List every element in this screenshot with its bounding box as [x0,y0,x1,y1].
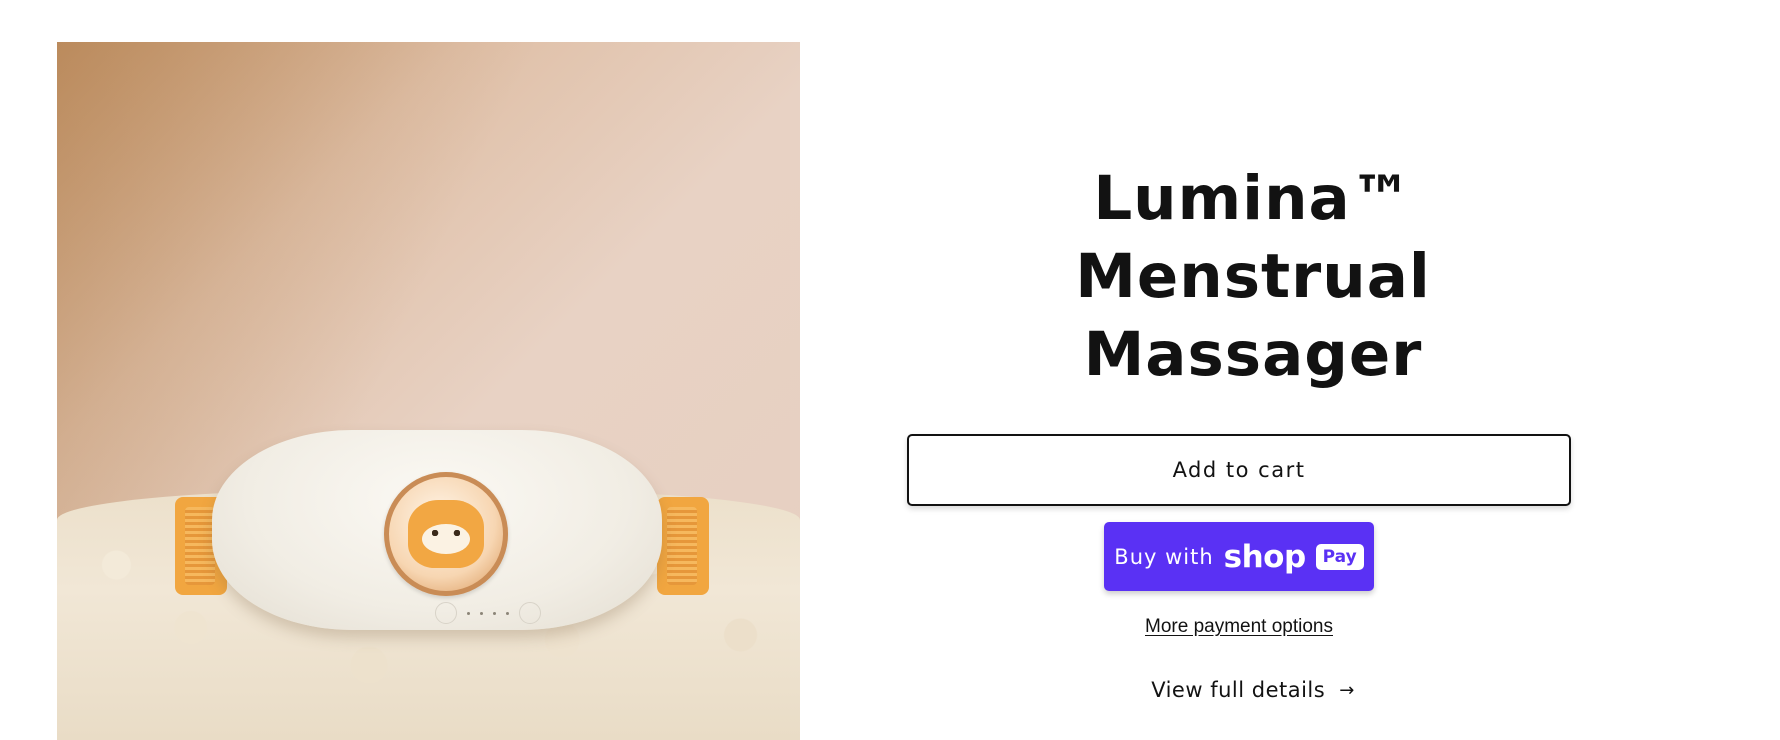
indicator-dot [493,611,496,615]
product-info: Lumina™ Menstrual Massager Add to cart B… [907,160,1571,702]
buy-with-shop-pay-button[interactable]: Buy with shop Pay [1104,522,1374,591]
right-strap [657,497,709,595]
product-quick-view: Lumina™ Menstrual Massager Add to cart B… [0,0,1780,740]
view-full-details-link[interactable]: View full details → [1123,678,1355,702]
control-ring-left [435,602,457,624]
product-title: Lumina™ Menstrual Massager [1075,163,1431,390]
control-ring-right [519,602,541,624]
shop-logo: shop [1223,538,1307,575]
view-details-label: View full details [1151,678,1326,702]
indicator-dot [480,611,483,615]
indicator-dot [467,611,470,615]
pay-badge: Pay [1315,543,1364,570]
shiba-figure [408,500,484,568]
product-image [57,42,800,740]
more-payment-options-link[interactable]: More payment options [1145,616,1333,638]
device-controls [435,602,541,624]
indicator-dot [506,611,509,615]
buy-with-label: Buy with [1114,544,1214,569]
add-to-cart-button[interactable]: Add to cart [907,434,1571,506]
arrow-right-icon: → [1339,679,1355,701]
